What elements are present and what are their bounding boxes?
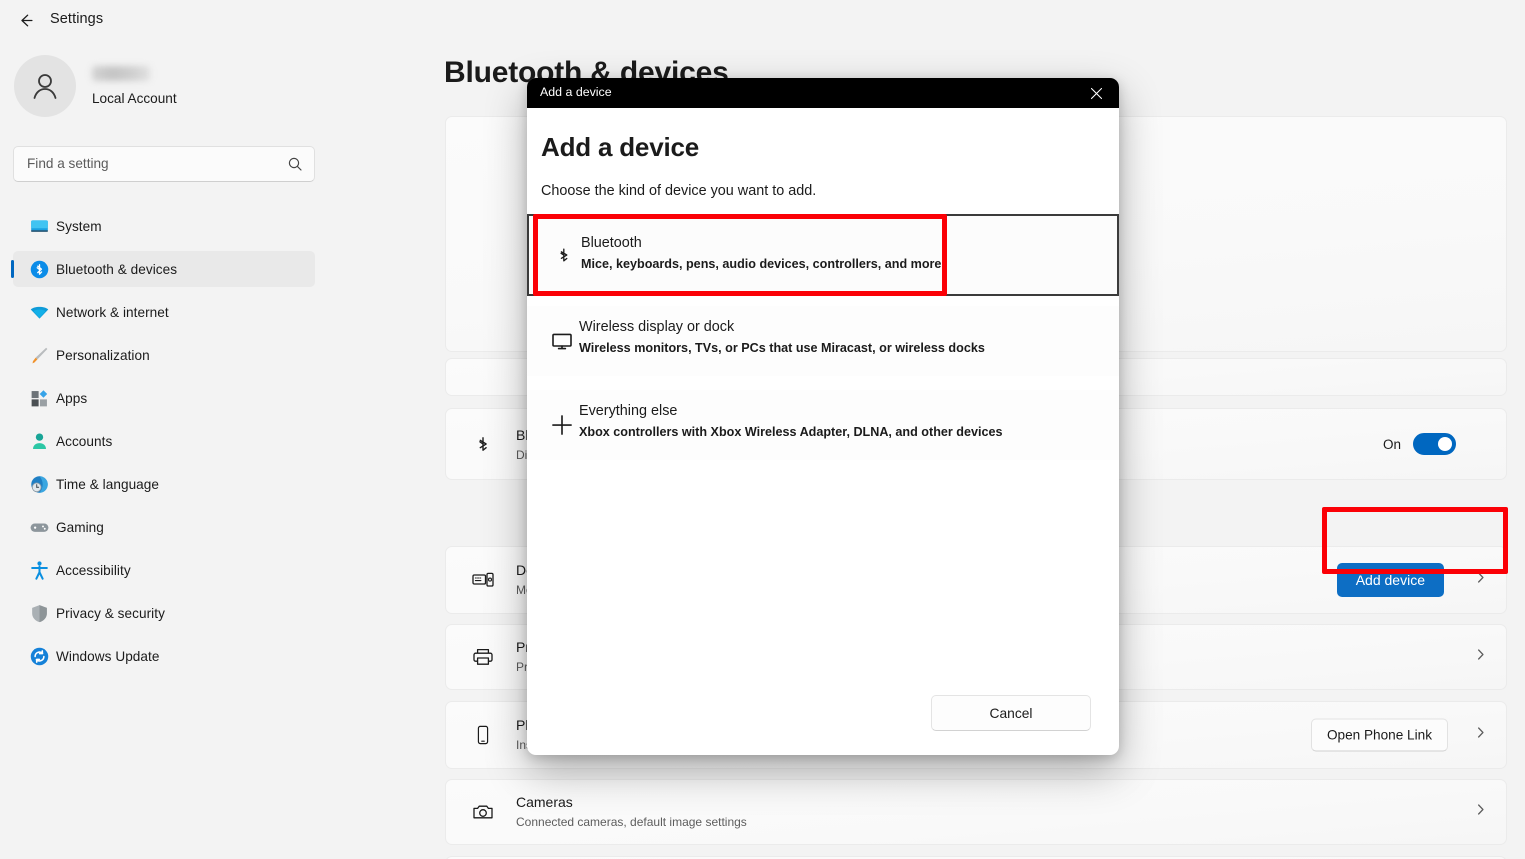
sidebar-nav: System Bluetooth & devices Network & int… [11,208,315,681]
sidebar-item-label: Apps [56,390,88,406]
bluetooth-toggle[interactable]: On [1383,433,1456,455]
gamepad-icon [22,517,56,538]
sidebar-item-time-language[interactable]: Time & language [13,466,315,502]
sidebar-item-accounts[interactable]: Accounts [13,423,315,459]
close-button[interactable] [1073,78,1119,108]
monitor-icon [545,329,579,353]
sidebar-item-gaming[interactable]: Gaming [13,509,315,545]
sidebar-item-label: Network & internet [56,304,169,320]
sidebar-item-label: Gaming [56,519,104,535]
sidebar-item-label: Accessibility [56,562,131,578]
person-avatar-icon [33,74,57,99]
app-title: Settings [50,11,104,27]
close-icon [1090,87,1102,99]
chevron-right-icon[interactable] [1473,570,1488,590]
apps-grid-icon [22,388,56,409]
sidebar-item-system[interactable]: System [13,208,315,244]
option-title: Wireless display or dock [579,319,735,335]
person-icon [22,431,56,452]
sidebar-item-label: System [56,218,102,234]
dialog-subheading: Choose the kind of device you want to ad… [541,183,817,199]
sidebar: Local Account Find a setting System Blue… [0,40,330,859]
option-title: Bluetooth [581,235,642,251]
camera-icon [468,800,498,824]
toggle-knob [1438,437,1452,451]
option-wireless-display-or-dock[interactable]: Wireless display or dock Wireless monito… [527,306,1119,376]
toggle-state-label: On [1382,436,1401,452]
sidebar-item-label: Bluetooth & devices [56,261,178,277]
phone-icon [468,724,498,746]
account-name-redacted [92,66,150,81]
bluetooth-icon [547,243,581,267]
sidebar-item-network-internet[interactable]: Network & internet [13,294,315,330]
account-type-label: Local Account [92,91,177,106]
row-title: Cameras [516,794,573,810]
refresh-circle-icon [22,646,56,667]
monitor-icon [22,216,56,237]
sidebar-item-apps[interactable]: Apps [13,380,315,416]
add-device-dialog: Add a device Add a device Choose the kin… [527,78,1119,755]
open-phone-link-button[interactable]: Open Phone Link [1310,718,1448,752]
option-subtitle: Mice, keyboards, pens, audio devices, co… [581,257,942,271]
dialog-heading: Add a device [541,132,699,162]
account-section[interactable]: Local Account [14,55,314,119]
search-icon [287,156,303,177]
toggle-switch[interactable] [1413,433,1456,455]
search-placeholder: Find a setting [27,156,109,171]
globe-clock-icon [22,474,56,495]
back-arrow-icon [20,14,33,26]
sidebar-item-windows-update[interactable]: Windows Update [13,638,315,674]
chevron-right-icon[interactable] [1473,802,1488,822]
dialog-titlebar-title: Add a device [540,85,612,99]
option-subtitle: Wireless monitors, TVs, or PCs that use … [579,341,985,355]
bluetooth-icon [468,433,498,455]
avatar [14,55,76,117]
row-cameras[interactable]: Cameras Connected cameras, default image… [445,779,1507,845]
sidebar-item-accessibility[interactable]: Accessibility [13,552,315,588]
chevron-right-icon[interactable] [1473,725,1488,745]
row-subtitle: Connected cameras, default image setting… [516,815,747,829]
option-everything-else[interactable]: Everything else Xbox controllers with Xb… [527,390,1119,460]
cancel-button[interactable]: Cancel [931,695,1091,731]
dialog-titlebar: Add a device [527,78,1119,108]
option-subtitle: Xbox controllers with Xbox Wireless Adap… [579,425,1003,439]
add-device-button[interactable]: Add device [1336,563,1444,597]
sidebar-item-label: Privacy & security [56,605,165,621]
accessibility-person-icon [22,560,56,581]
sidebar-item-label: Time & language [56,476,160,492]
settings-window: Settings Local Account Find a setting Sy… [0,0,1525,859]
chevron-right-icon[interactable] [1473,647,1488,667]
sidebar-item-personalization[interactable]: Personalization [13,337,315,373]
search-input[interactable]: Find a setting [13,146,315,182]
option-bluetooth[interactable]: Bluetooth Mice, keyboards, pens, audio d… [527,214,1119,296]
bluetooth-icon [22,259,56,280]
sidebar-item-label: Accounts [56,433,113,449]
shield-icon [22,603,56,624]
plus-icon [545,412,579,438]
option-title: Everything else [579,403,678,419]
sidebar-item-bluetooth-devices[interactable]: Bluetooth & devices [11,251,315,287]
wifi-icon [22,302,56,323]
devices-icon [468,568,498,592]
printer-icon [468,645,498,669]
sidebar-item-label: Personalization [56,347,150,363]
paintbrush-icon [22,345,56,366]
window-titlebar: Settings [0,0,1525,40]
back-button[interactable] [12,7,38,33]
sidebar-item-privacy-security[interactable]: Privacy & security [13,595,315,631]
sidebar-item-label: Windows Update [56,648,160,664]
